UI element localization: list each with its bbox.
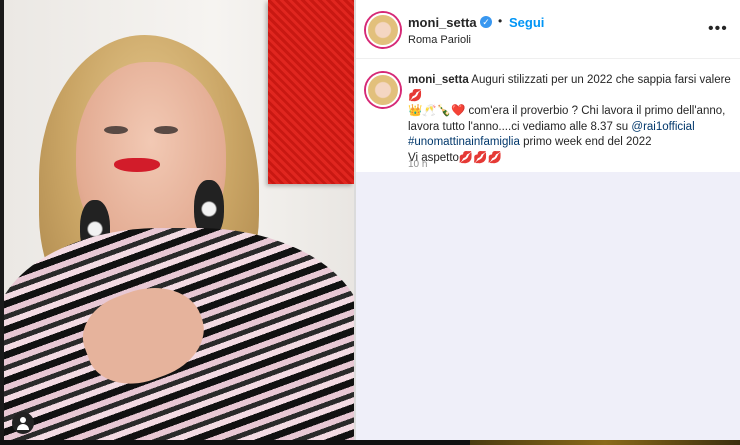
user-tag-icon[interactable] [12, 412, 34, 434]
bottom-bar-accent [470, 440, 740, 445]
caption-avatar-icon[interactable] [366, 73, 400, 107]
user-tag-shoulders [17, 424, 29, 430]
post-caption: moni_setta Auguri stilizzati per un 2022… [408, 73, 738, 166]
verified-badge-icon: ✓ [480, 16, 492, 28]
header-username[interactable]: moni_setta [408, 15, 477, 30]
photo-lips [114, 158, 160, 172]
hashtag-link[interactable]: #unomattinainfamiglia [408, 136, 520, 148]
header-separator: • [498, 14, 503, 28]
post-side-panel: moni_setta ✓ • Segui Roma Parioli ••• mo… [356, 0, 740, 440]
photo-eye-right [154, 126, 178, 134]
caption-line-3: lavora tutto l'anno....ci vediamo alle 8… [408, 120, 738, 136]
instagram-post-view: moni_setta ✓ • Segui Roma Parioli ••• mo… [0, 0, 740, 445]
caption-text-3: lavora tutto l'anno....ci vediamo alle 8… [408, 120, 632, 133]
caption-line-2: 👑🥂🍾❤️ com'era il proverbio ? Chi lavora … [408, 105, 726, 117]
caption-username[interactable]: moni_setta [408, 74, 469, 86]
more-options-icon[interactable]: ••• [708, 20, 728, 38]
location-link[interactable]: Roma Parioli [408, 34, 471, 46]
mention-link[interactable]: @rai1official [631, 121, 694, 133]
caption-line-1: moni_setta Auguri stilizzati per un 2022… [408, 73, 738, 104]
photo-eye-left [104, 126, 128, 134]
photo-red-painting [268, 0, 354, 184]
follow-button[interactable]: Segui [509, 15, 544, 30]
post-timestamp[interactable]: 10 h [408, 159, 427, 170]
comments-area [356, 172, 740, 440]
post-header: moni_setta ✓ • Segui Roma Parioli ••• [356, 0, 740, 59]
profile-avatar-icon[interactable] [366, 13, 400, 47]
post-photo[interactable] [4, 0, 354, 440]
bottom-bar [0, 440, 740, 445]
caption-text-4: primo week end del 2022 [519, 136, 652, 148]
caption-line-4: #unomattinainfamiglia primo week end del… [408, 135, 738, 151]
user-tag-head [20, 417, 26, 423]
caption-line-5: Vi aspetto💋💋💋 [408, 151, 502, 164]
